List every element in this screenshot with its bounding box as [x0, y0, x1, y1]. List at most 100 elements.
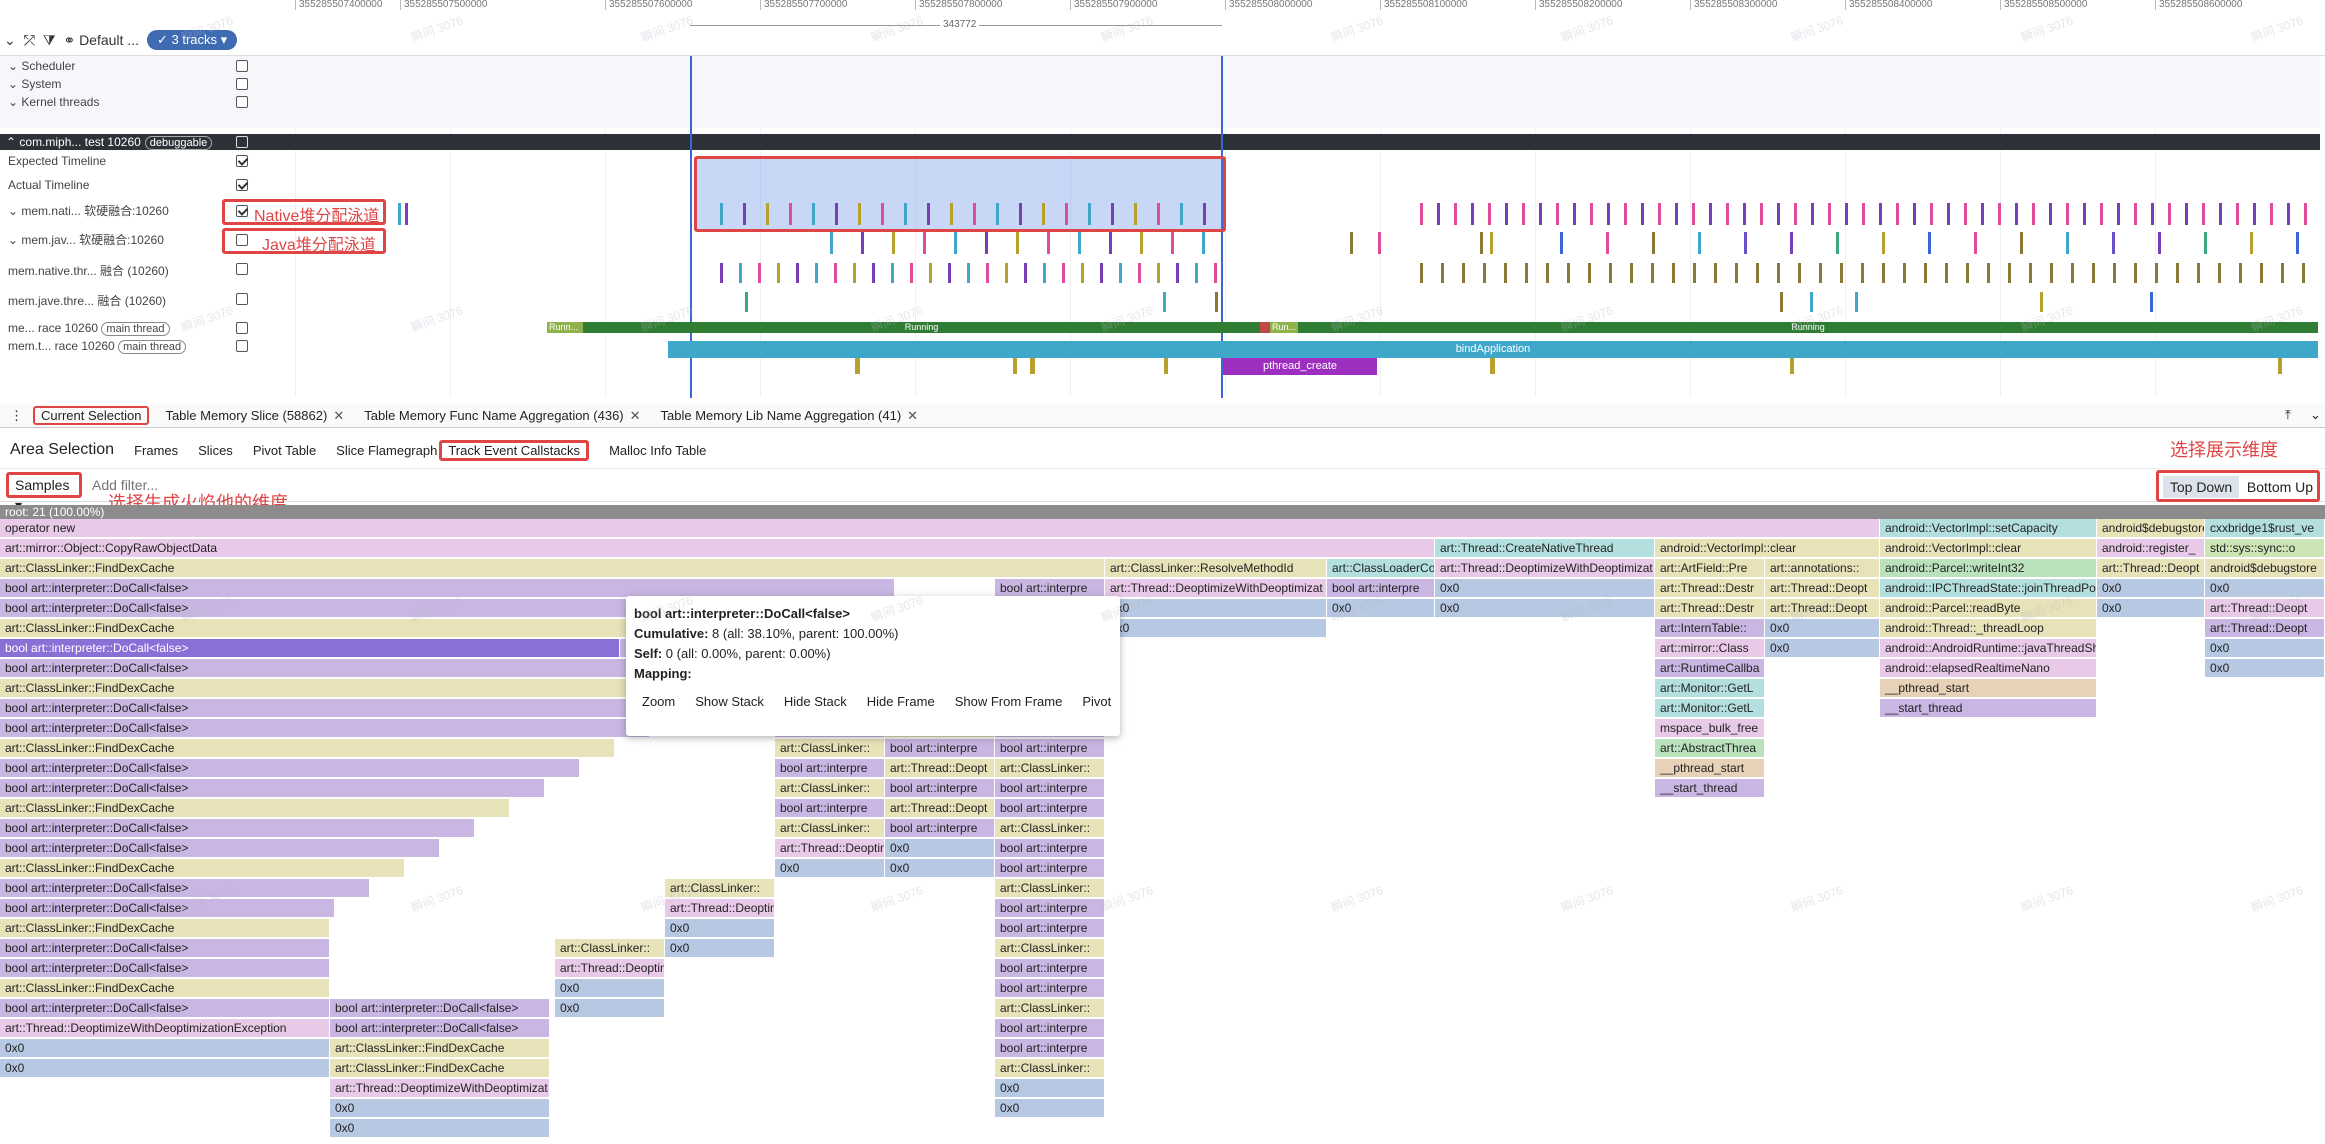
- flame-frame[interactable]: android::register_: [2097, 539, 2205, 558]
- flamegraph-root[interactable]: root: 21 (100.00%): [0, 505, 2325, 519]
- flame-frame[interactable]: 0x0: [885, 859, 995, 878]
- flame-frame[interactable]: 0x0: [0, 1059, 330, 1078]
- track-main-thread-1[interactable]: me... race 10260 main thread: [0, 319, 250, 337]
- flame-frame[interactable]: 0x0: [330, 1119, 550, 1138]
- group-kernel-threads[interactable]: ⌄ Kernel threads: [0, 93, 250, 111]
- flame-frame[interactable]: 0x0: [1435, 599, 1655, 618]
- thread-state-slice[interactable]: Run...: [1270, 322, 1298, 333]
- close-icon[interactable]: ✕: [333, 408, 344, 423]
- flame-frame[interactable]: 0x0: [1105, 619, 1327, 638]
- collapse-panel-icon[interactable]: ⌄: [2310, 407, 2321, 423]
- filter-icon[interactable]: ⧩: [43, 32, 56, 49]
- flame-frame[interactable]: 0x0: [995, 1099, 1105, 1118]
- flame-frame[interactable]: art::ClassLinker::FindDexCache: [0, 979, 330, 998]
- flame-frame[interactable]: bool art::interpre: [995, 899, 1105, 918]
- flame-frame[interactable]: 0x0: [0, 1039, 330, 1058]
- flame-frame[interactable]: art::Thread::Destr: [1655, 599, 1765, 618]
- group-checkbox[interactable]: [236, 78, 248, 90]
- action-pivot[interactable]: Pivot: [1082, 692, 1111, 712]
- flame-frame[interactable]: art::Monitor::GetL: [1655, 679, 1765, 698]
- flame-frame[interactable]: 0x0: [775, 859, 885, 878]
- flame-frame[interactable]: 0x0: [330, 1099, 550, 1118]
- action-show-stack[interactable]: Show Stack: [695, 692, 764, 712]
- flame-frame[interactable]: art::Thread::Destr: [1655, 579, 1765, 598]
- flame-frame[interactable]: art::Thread::Deopt: [2205, 599, 2325, 618]
- flame-frame[interactable]: bool art::interpre: [885, 739, 995, 758]
- flame-frame[interactable]: bool art::interpreter::DoCall<false>: [0, 879, 370, 898]
- workspace-selector[interactable]: ⚭ Default ...: [63, 32, 139, 49]
- flame-frame[interactable]: art::Thread::CreateNativeThread: [1435, 539, 1655, 558]
- tab-lib-agg[interactable]: Table Memory Lib Name Aggregation (41) ✕: [651, 408, 929, 424]
- subtab-callstacks[interactable]: Track Event Callstacks: [439, 439, 590, 461]
- flame-frame[interactable]: bool art::interpreter::DoCall<false>: [0, 759, 580, 778]
- tab-memory-slice[interactable]: Table Memory Slice (58862) ✕: [155, 408, 354, 424]
- flame-frame[interactable]: bool art::interpre: [995, 1019, 1105, 1038]
- flame-frame[interactable]: operator new: [0, 519, 1880, 538]
- action-hide-stack[interactable]: Hide Stack: [784, 692, 847, 712]
- flame-frame[interactable]: art::ClassLinker::: [995, 759, 1105, 778]
- action-hide-frame[interactable]: Hide Frame: [867, 692, 935, 712]
- flame-frame[interactable]: bool art::interpreter::DoCall<false>: [0, 899, 335, 918]
- flame-frame[interactable]: bool art::interpre: [995, 799, 1105, 818]
- flame-frame[interactable]: 0x0: [1765, 619, 1880, 638]
- flame-frame[interactable]: 0x0: [2205, 639, 2325, 658]
- thread-state-slice[interactable]: Running: [583, 322, 1260, 333]
- flame-frame[interactable]: bool art::interpre: [995, 1039, 1105, 1058]
- flame-frame[interactable]: 0x0: [555, 979, 665, 998]
- flame-frame[interactable]: art::Thread::DeoptimizeWithDeoptimizat: [775, 839, 885, 858]
- flame-frame[interactable]: bool art::interpre: [1327, 579, 1435, 598]
- group-scheduler[interactable]: ⌄ Scheduler: [0, 57, 250, 75]
- flame-frame[interactable]: bool art::interpre: [775, 759, 885, 778]
- flame-frame[interactable]: art::ClassLinker::FindDexCache: [0, 679, 720, 698]
- flame-frame[interactable]: art::Thread::DeoptimizeWithDeoptimizat: [665, 899, 775, 918]
- flame-frame[interactable]: art::Thread::DeoptimizeWithDeoptimizatio…: [0, 1019, 330, 1038]
- flame-frame[interactable]: bool art::interpreter::DoCall<false>: [330, 1019, 550, 1038]
- flame-frame[interactable]: art::ClassLoaderCo: [1327, 559, 1435, 578]
- flame-frame[interactable]: bool art::interpre: [995, 739, 1105, 758]
- track-actual-timeline[interactable]: Actual Timeline: [0, 176, 250, 194]
- flame-frame[interactable]: art::ClassLinker::FindDexCache: [0, 859, 405, 878]
- flame-frame[interactable]: 0x0: [1765, 639, 1880, 658]
- flame-frame[interactable]: 0x0: [2097, 579, 2205, 598]
- flame-frame[interactable]: art::ClassLinker::: [665, 879, 775, 898]
- flame-frame[interactable]: android::IPCThreadState::joinThreadPoo: [1880, 579, 2097, 598]
- track-checkbox[interactable]: [236, 322, 248, 334]
- flame-frame[interactable]: art::RuntimeCallba: [1655, 659, 1765, 678]
- metric-select[interactable]: Samples ▾: [6, 472, 82, 513]
- flame-frame[interactable]: android::VectorImpl::setCapacity: [1880, 519, 2097, 538]
- timeline-header[interactable]: 355285507400000 355285507500000 35528550…: [0, 0, 2325, 56]
- group-checkbox[interactable]: [236, 96, 248, 108]
- flame-frame[interactable]: android$debugstore: [2097, 519, 2205, 538]
- flame-frame[interactable]: art::Thread::DeoptimizeWithDeoptimizat: [1105, 579, 1327, 598]
- flame-frame[interactable]: __start_thread: [1880, 699, 2097, 718]
- flame-frame[interactable]: bool art::interpreter::DoCall<false>: [330, 999, 550, 1018]
- flame-frame[interactable]: bool art::interpreter::DoCall<false>: [0, 939, 330, 958]
- subtab-flamegraph[interactable]: Slice Flamegraph: [336, 443, 437, 458]
- top-down-button[interactable]: Top Down: [2163, 476, 2239, 498]
- track-java-heap[interactable]: ⌄ mem.jav... 软硬融合:10260: [0, 231, 250, 249]
- flame-frame[interactable]: 0x0: [885, 839, 995, 858]
- flame-frame[interactable]: std::sys::sync::o: [2205, 539, 2325, 558]
- thread-state-slice[interactable]: Runn...: [547, 322, 583, 333]
- flame-frame[interactable]: android$debugstore: [2205, 559, 2325, 578]
- flame-frame[interactable]: bool art::interpre: [995, 919, 1105, 938]
- tab-func-agg[interactable]: Table Memory Func Name Aggregation (436)…: [354, 408, 650, 424]
- flame-frame[interactable]: art::Thread::DeoptimizeWithDeoptimizat: [330, 1079, 550, 1098]
- flame-frame[interactable]: art::ClassLinker::: [995, 819, 1105, 838]
- flame-frame[interactable]: art::Thread::Deopt: [1765, 599, 1880, 618]
- track-native-thread[interactable]: mem.native.thr... 融合 (10260): [0, 262, 250, 280]
- subtab-pivot[interactable]: Pivot Table: [253, 443, 316, 458]
- flame-frame[interactable]: art::ClassLinker::FindDexCache: [330, 1059, 550, 1078]
- subtab-frames[interactable]: Frames: [134, 443, 178, 458]
- group-system[interactable]: ⌄ System: [0, 75, 250, 93]
- flame-frame[interactable]: android::Parcel::readByte: [1880, 599, 2097, 618]
- action-show-from-frame[interactable]: Show From Frame: [955, 692, 1063, 712]
- flame-frame[interactable]: __start_thread: [1655, 779, 1765, 798]
- flame-frame[interactable]: art::Thread::Deopt: [885, 759, 995, 778]
- flame-frame[interactable]: art::annotations::: [1765, 559, 1880, 578]
- group-checkbox[interactable]: [236, 60, 248, 72]
- flame-frame[interactable]: bool art::interpreter::DoCall<false>: [0, 699, 685, 718]
- flame-frame[interactable]: art::mirror::Class: [1655, 639, 1765, 658]
- flame-frame[interactable]: 0x0: [665, 939, 775, 958]
- flame-frame[interactable]: art::Thread::Deopt: [2097, 559, 2205, 578]
